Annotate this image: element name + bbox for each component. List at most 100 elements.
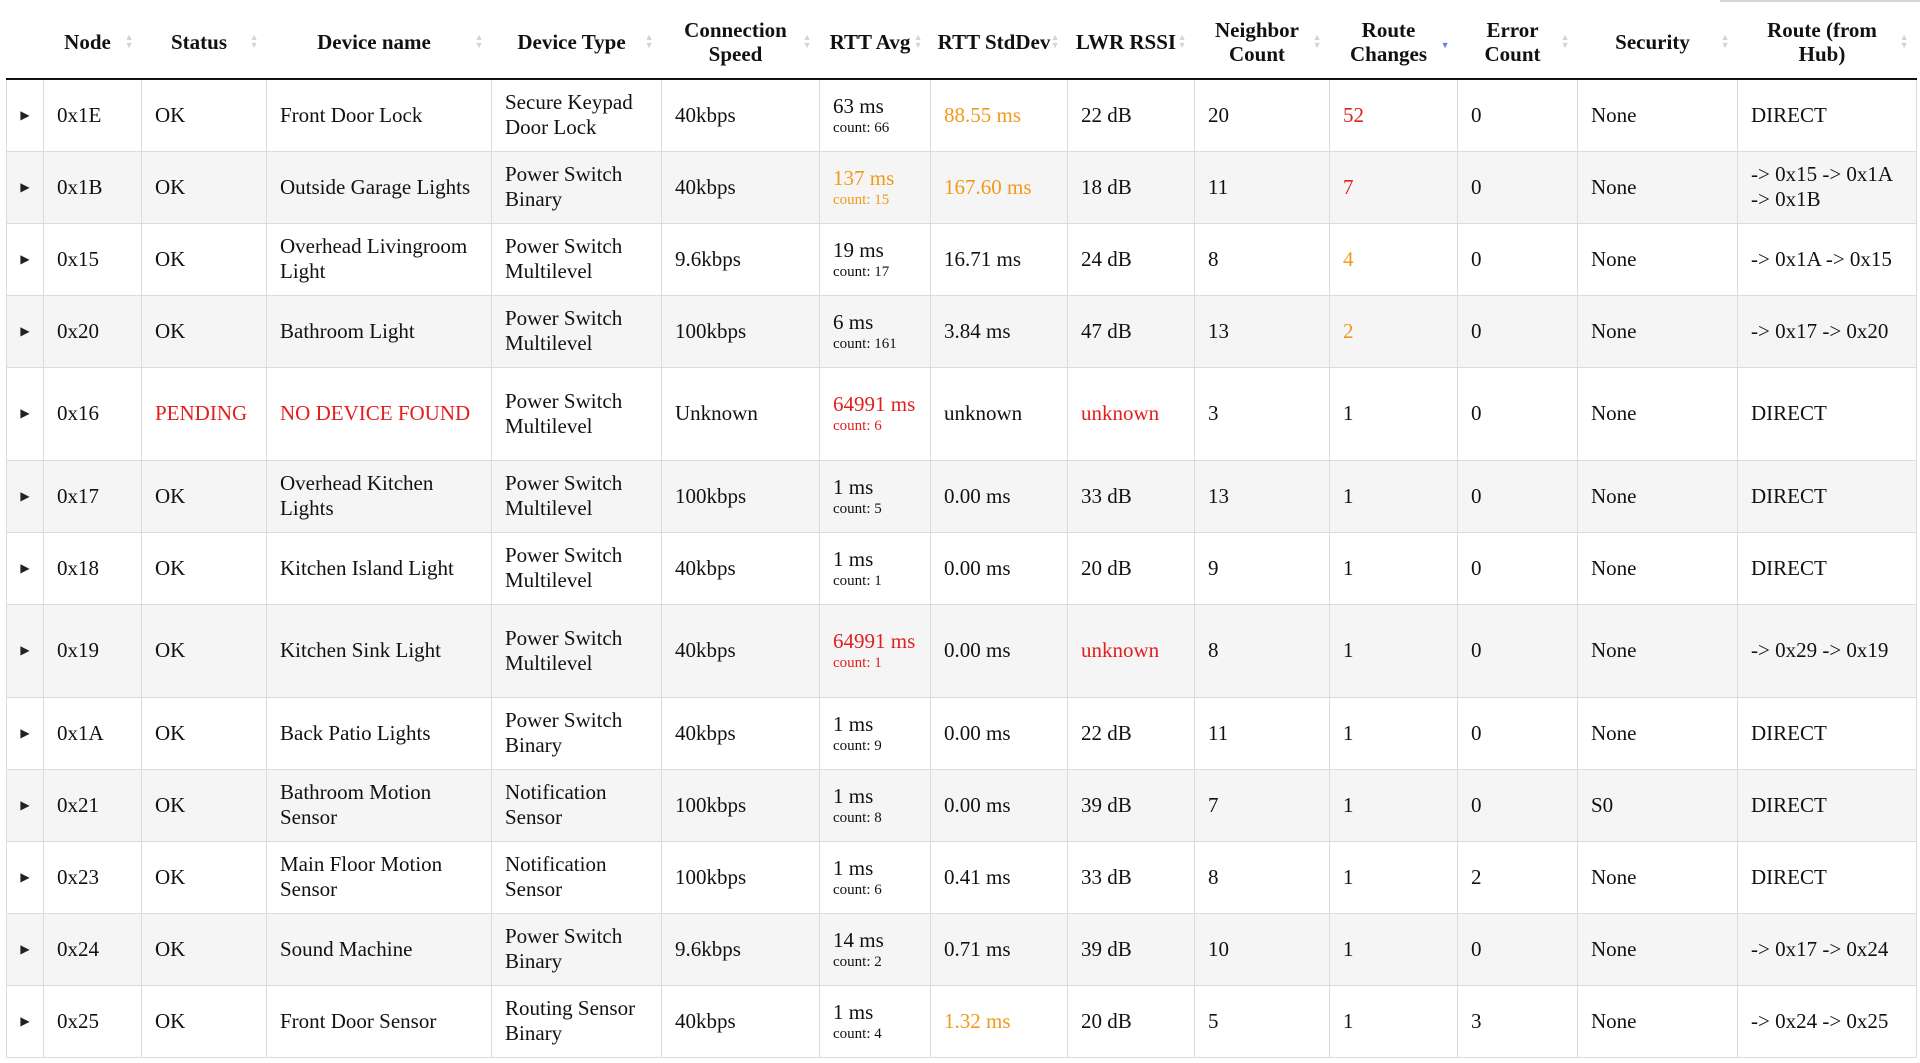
table-row[interactable]: ▶ 0x19 OK Kitchen Sink Light Power Switch Mu… <box>6 604 1917 698</box>
expand-triangle-icon[interactable]: ▶ <box>20 870 29 884</box>
column-header-security[interactable]: Security ▲ ▼ <box>1577 6 1738 80</box>
route-changes-value: 1 <box>1343 555 1354 580</box>
expand-triangle-icon[interactable]: ▶ <box>20 798 29 812</box>
column-header-device-name[interactable]: Device name ▲ ▼ <box>266 6 492 80</box>
expand-triangle-icon[interactable]: ▶ <box>20 942 29 956</box>
expand-row-cell[interactable]: ▶ <box>6 985 44 1058</box>
column-header-status[interactable]: Status ▲ ▼ <box>141 6 267 80</box>
rtt-avg-value: 1 ms <box>833 474 874 499</box>
cell-connection-speed: 40kbps <box>661 532 820 605</box>
expand-row-cell[interactable]: ▶ <box>6 604 44 698</box>
table-row[interactable]: ▶ 0x25 OK Front Door Sensor Routing Sensor B… <box>6 985 1917 1058</box>
header-row: Node ▲ ▼ Status ▲ ▼ Device name ▲ ▼ Device Type ▲ ▼… <box>6 6 1917 80</box>
column-header-label: Neighbor Count <box>1215 18 1299 66</box>
cell-neighbor-count: 7 <box>1194 769 1330 842</box>
route-value: DIRECT <box>1751 401 1827 425</box>
cell-route: DIRECT <box>1737 367 1917 461</box>
expand-row-cell[interactable]: ▶ <box>6 769 44 842</box>
expand-row-cell[interactable]: ▶ <box>6 460 44 533</box>
expand-row-cell[interactable]: ▶ <box>6 532 44 605</box>
expand-triangle-icon[interactable]: ▶ <box>20 180 29 194</box>
top-edge-strip <box>1720 0 1920 2</box>
table-row[interactable]: ▶ 0x15 OK Overhead Livingroom Light Power Sw… <box>6 223 1917 296</box>
table-row[interactable]: ▶ 0x23 OK Main Floor Motion Sensor Notificat… <box>6 841 1917 914</box>
cell-neighbor-count: 9 <box>1194 532 1330 605</box>
sort-down-icon: ▼ <box>913 40 923 50</box>
expand-row-cell[interactable]: ▶ <box>6 79 44 152</box>
table-row[interactable]: ▶ 0x16 PENDING NO DEVICE FOUND Power Switch … <box>6 367 1917 461</box>
expand-row-cell[interactable]: ▶ <box>6 151 44 224</box>
expand-row-cell[interactable]: ▶ <box>6 697 44 770</box>
column-header-connection-speed[interactable]: Connection Speed ▲ ▼ <box>661 6 820 80</box>
cell-lwr-rssi: 18 dB <box>1067 151 1195 224</box>
expand-triangle-icon[interactable]: ▶ <box>20 108 29 122</box>
table-row[interactable]: ▶ 0x21 OK Bathroom Motion Sensor Notificatio… <box>6 769 1917 842</box>
column-header-route-changes[interactable]: Route Changes ▲▼ <box>1329 6 1458 80</box>
sort-icon[interactable]: ▲▼ <box>803 33 812 50</box>
sort-icon[interactable]: ▲▼ <box>1051 33 1060 50</box>
column-header-neighbor-count[interactable]: Neighbor Count ▲ ▼ <box>1194 6 1330 80</box>
cell-node: 0x19 <box>43 604 142 698</box>
column-header-route[interactable]: Route (from Hub) ▲ ▼ <box>1737 6 1917 80</box>
table-row[interactable]: ▶ 0x1E OK Front Door Lock Secure Keypad Door… <box>6 79 1917 152</box>
security-value: None <box>1591 483 1637 508</box>
expand-row-cell[interactable]: ▶ <box>6 223 44 296</box>
column-header-rtt-avg[interactable]: RTT Avg ▲ ▼ <box>819 6 931 80</box>
cell-status: OK <box>141 697 267 770</box>
table-row[interactable]: ▶ 0x17 OK Overhead Kitchen Lights Power Swit… <box>6 460 1917 533</box>
expand-row-cell[interactable]: ▶ <box>6 841 44 914</box>
sort-icon[interactable]: ▲▼ <box>1721 33 1730 50</box>
expand-triangle-icon[interactable]: ▶ <box>20 726 29 740</box>
expand-triangle-icon[interactable]: ▶ <box>20 406 29 420</box>
cell-security: None <box>1577 841 1738 914</box>
cell-route: -> 0x15 -> 0x1A -> 0x1B <box>1737 151 1917 224</box>
cell-route: -> 0x29 -> 0x19 <box>1737 604 1917 698</box>
sort-icon[interactable]: ▲▼ <box>1441 34 1450 50</box>
column-header-node[interactable]: Node ▲ ▼ <box>43 6 142 80</box>
column-header-error-count[interactable]: Error Count ▲ ▼ <box>1457 6 1578 80</box>
connection-speed-value: 9.6kbps <box>675 936 741 961</box>
cell-device-name: Bathroom Light <box>266 295 492 368</box>
table-row[interactable]: ▶ 0x18 OK Kitchen Island Light Power Switch … <box>6 532 1917 605</box>
node-value: 0x1A <box>57 720 104 745</box>
sort-icon[interactable]: ▲▼ <box>1313 33 1322 50</box>
sort-icon[interactable]: ▲▼ <box>475 33 484 50</box>
rtt-count-value: count: 5 <box>833 500 882 517</box>
cell-device-type: Notification Sensor <box>491 841 662 914</box>
neighbor-count-value: 8 <box>1208 638 1219 662</box>
sort-icon[interactable]: ▲▼ <box>1900 33 1909 50</box>
table-row[interactable]: ▶ 0x1A OK Back Patio Lights Power Switch Bin… <box>6 697 1917 770</box>
expand-triangle-icon[interactable]: ▶ <box>20 489 29 503</box>
lwr-rssi-value: 24 dB <box>1081 246 1132 271</box>
expand-triangle-icon[interactable]: ▶ <box>20 561 29 575</box>
expand-row-cell[interactable]: ▶ <box>6 295 44 368</box>
table-row[interactable]: ▶ 0x20 OK Bathroom Light Power Switch Multil… <box>6 295 1917 368</box>
table-row[interactable]: ▶ 0x24 OK Sound Machine Power Switch Binary 9… <box>6 913 1917 986</box>
column-header-rtt-stddev[interactable]: RTT StdDev ▲ ▼ <box>930 6 1068 80</box>
sort-icon[interactable]: ▲▼ <box>1178 33 1187 50</box>
sort-icon[interactable]: ▲▼ <box>913 33 923 50</box>
node-value: 0x17 <box>57 483 99 508</box>
column-header-lwr-rssi[interactable]: LWR RSSI ▲ ▼ <box>1067 6 1195 80</box>
sort-icon[interactable]: ▲▼ <box>250 33 259 50</box>
sort-icon[interactable]: ▲▼ <box>645 33 654 50</box>
sort-icon[interactable]: ▲▼ <box>1561 33 1570 50</box>
lwr-rssi-value: 33 dB <box>1081 483 1132 508</box>
sort-icon[interactable]: ▲▼ <box>125 33 134 50</box>
device-type-value: Power Switch Multilevel <box>505 388 623 438</box>
rtt-avg-value: 137 ms <box>833 165 895 190</box>
expand-triangle-icon[interactable]: ▶ <box>20 1014 29 1028</box>
error-count-value: 0 <box>1471 401 1482 425</box>
expand-row-cell[interactable]: ▶ <box>6 913 44 986</box>
table-row[interactable]: ▶ 0x1B OK Outside Garage Lights Power Switch… <box>6 151 1917 224</box>
expand-row-cell[interactable]: ▶ <box>6 367 44 461</box>
lwr-rssi-value: 39 dB <box>1081 936 1132 961</box>
connection-speed-value: 40kbps <box>675 1008 736 1033</box>
lwr-rssi-value: 20 dB <box>1081 555 1132 580</box>
route-changes-value: 1 <box>1343 720 1354 745</box>
column-header-device-type[interactable]: Device Type ▲ ▼ <box>491 6 662 80</box>
expand-triangle-icon[interactable]: ▶ <box>20 643 29 657</box>
expand-triangle-icon[interactable]: ▶ <box>20 324 29 338</box>
expand-triangle-icon[interactable]: ▶ <box>20 252 29 266</box>
cell-status: OK <box>141 841 267 914</box>
